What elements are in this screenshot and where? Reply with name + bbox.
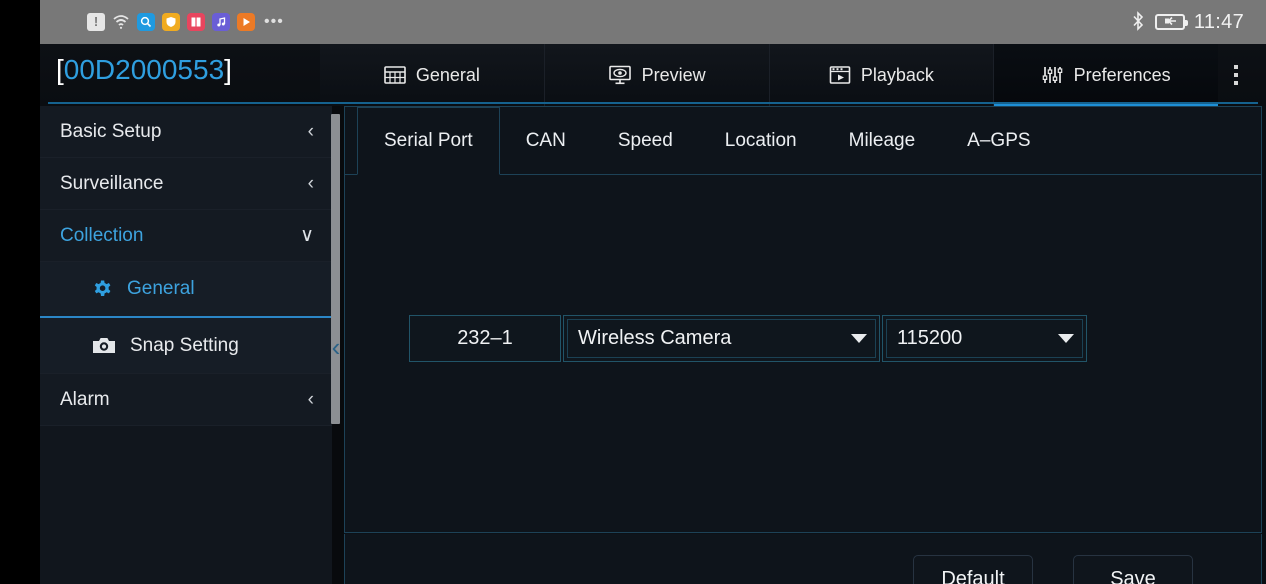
sidebar: Basic Setup ‹ Surveillance ‹ Collection … [40, 106, 340, 584]
battery-charging-icon [1154, 14, 1188, 30]
nav-tab-label: Preview [641, 64, 706, 85]
save-button[interactable]: Save [1073, 554, 1193, 584]
sidebar-scrollbar[interactable] [331, 114, 340, 424]
nav-tab-label: General [415, 64, 480, 85]
film-play-icon [829, 65, 851, 85]
content-tab-label: Serial Port [384, 130, 473, 151]
tab-can[interactable]: CAN [500, 107, 592, 174]
serial-port-row: 232–1 Wireless Camera 115200 [409, 315, 1087, 362]
port-name-cell: 232–1 [409, 315, 561, 362]
content-tab-label: A–GPS [967, 129, 1031, 151]
tab-mileage[interactable]: Mileage [823, 107, 942, 174]
action-button-bar: Default Save [344, 534, 1262, 584]
status-bar-right: 11:47 [1130, 11, 1244, 34]
sidebar-item-basic-setup[interactable]: Basic Setup ‹ [40, 106, 332, 158]
chevron-left-icon: ‹ [307, 173, 314, 194]
tab-a-gps[interactable]: A–GPS [941, 107, 1056, 174]
baud-rate-dropdown[interactable]: 115200 [882, 315, 1087, 362]
sidebar-item-label: Alarm [60, 388, 110, 410]
music-icon [212, 13, 230, 31]
content-tab-label: Speed [617, 129, 673, 151]
nav-bottom-line [48, 102, 1258, 104]
kebab-dot [1234, 73, 1238, 77]
device-id-value: 00D2000553 [63, 54, 225, 85]
clock-label: 11:47 [1193, 10, 1244, 33]
sliders-icon [1042, 65, 1064, 85]
kebab-dot [1234, 65, 1238, 69]
sidebar-item-collection[interactable]: Collection ∨ [40, 210, 332, 262]
document-alert-icon [87, 12, 105, 31]
content-right-edge [1262, 106, 1266, 584]
baud-rate-value: 115200 [897, 327, 963, 349]
sidebar-item-surveillance[interactable]: Surveillance ‹ [40, 158, 332, 210]
bluetooth-icon [1130, 10, 1146, 34]
chevron-left-icon: ‹ [307, 389, 314, 410]
sidebar-subitem-label: Snap Setting [130, 334, 239, 356]
chevron-down-icon: ∨ [300, 225, 314, 246]
save-button-label: Save [1110, 568, 1156, 584]
tab-speed[interactable]: Speed [592, 107, 699, 174]
device-type-value: Wireless Camera [578, 327, 732, 349]
status-overflow-icon: ••• [264, 13, 284, 30]
nav-tab-preview[interactable]: Preview [544, 44, 770, 106]
default-button[interactable]: Default [913, 554, 1033, 584]
content-tabs: Serial Port CAN Speed Location Mileage A… [345, 107, 1261, 175]
content-tab-label: Mileage [848, 129, 916, 151]
nav-tab-preferences[interactable]: Preferences [994, 44, 1218, 106]
serial-port-form: 232–1 Wireless Camera 115200 [345, 175, 1261, 533]
chevron-down-icon [1058, 334, 1074, 343]
kebab-dot [1234, 81, 1238, 85]
sidebar-item-snap-setting[interactable]: Snap Setting [40, 318, 332, 374]
content-tab-label: Location [724, 129, 797, 151]
nav-tab-label: Preferences [1073, 64, 1171, 85]
grid-icon [384, 65, 406, 85]
tab-serial-port[interactable]: Serial Port [357, 107, 500, 175]
camera-icon [92, 336, 116, 355]
bracket-open: [ [56, 54, 64, 85]
nav-tab-label: Playback [860, 64, 934, 85]
nav-tabs: General Preview Playback Preferences [320, 44, 1218, 106]
nav-tab-playback[interactable]: Playback [769, 44, 995, 106]
sidebar-empty-area [40, 426, 332, 584]
chevron-left-icon: ‹ [307, 121, 314, 142]
left-gutter [0, 0, 40, 584]
settings-panel: Serial Port CAN Speed Location Mileage A… [344, 106, 1262, 533]
sidebar-item-general[interactable]: General [40, 262, 332, 318]
content-tab-label: CAN [525, 129, 566, 151]
sidebar-collapse-handle[interactable]: ‹ [327, 330, 345, 364]
app-screen: ••• 11:47 [00D2000553] [0, 0, 1266, 584]
tab-location[interactable]: Location [699, 107, 823, 174]
sidebar-item-label: Basic Setup [60, 120, 162, 142]
status-bar-left-icons: ••• [87, 12, 284, 31]
gear-icon [92, 279, 113, 300]
device-id-label: [00D2000553] [56, 54, 232, 86]
kebab-menu-icon[interactable] [1218, 44, 1254, 106]
top-navigation-bar: [00D2000553] General Preview Playback Pr… [40, 44, 1266, 106]
search-icon [137, 13, 155, 31]
sidebar-item-label: Collection [60, 224, 144, 246]
status-bar: ••• 11:47 [40, 0, 1266, 44]
play-icon [237, 13, 255, 31]
nav-tab-general[interactable]: General [320, 44, 545, 106]
sidebar-item-label: Surveillance [60, 172, 164, 194]
book-icon [187, 13, 205, 31]
bracket-close: ] [224, 54, 232, 85]
shield-icon [162, 13, 180, 31]
content-area: Serial Port CAN Speed Location Mileage A… [344, 106, 1266, 584]
default-button-label: Default [941, 568, 1005, 584]
device-type-dropdown[interactable]: Wireless Camera [563, 315, 880, 362]
monitor-eye-icon [608, 65, 632, 85]
sidebar-subitem-label: General [127, 278, 195, 299]
wifi-icon [112, 13, 130, 31]
chevron-down-icon [851, 334, 867, 343]
port-name-label: 232–1 [457, 327, 513, 349]
sidebar-item-alarm[interactable]: Alarm ‹ [40, 374, 332, 426]
